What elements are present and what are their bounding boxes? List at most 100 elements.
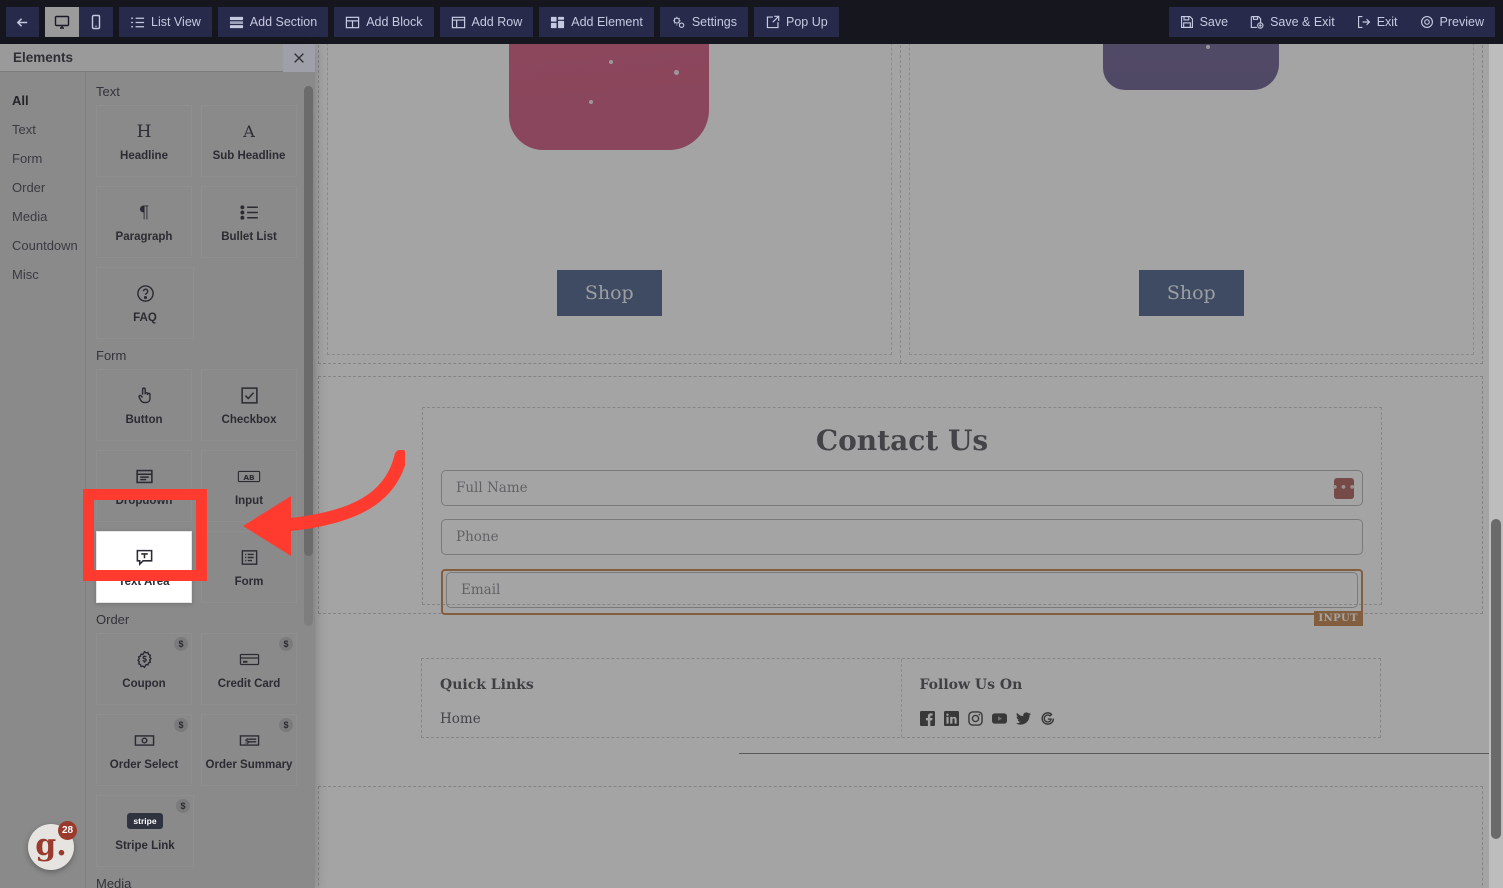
element-tile-faq[interactable]: FAQ	[96, 267, 194, 339]
element-tile-headline[interactable]: H Headline	[96, 105, 192, 177]
list-view-button[interactable]: List View	[119, 7, 212, 37]
element-label-form: Form	[234, 576, 264, 588]
paid-badge: $	[174, 718, 188, 732]
category-order[interactable]: Order	[12, 173, 85, 202]
element-tile-dropdown[interactable]: Dropdown	[96, 450, 192, 522]
full-name-field[interactable]: Full Name •••	[441, 470, 1363, 506]
popup-icon	[765, 15, 780, 30]
product-image-1: 🍦🌴⭐🐚🍉 SUMMER vibes	[328, 44, 891, 250]
credit-card-icon	[239, 648, 260, 670]
order-summary-icon: $	[239, 729, 260, 751]
elements-panel[interactable]: Elements All Text Form Order Media Count…	[0, 43, 315, 888]
element-label-text-area: Text Area	[118, 576, 170, 588]
exit-button[interactable]: Exit	[1345, 7, 1409, 37]
product-image-2: Summer Vibes	[910, 44, 1474, 250]
back-button[interactable]	[6, 7, 39, 37]
element-tile-button[interactable]: Button	[96, 369, 192, 441]
list-view-label: List View	[151, 15, 201, 29]
category-all[interactable]: All	[12, 86, 85, 115]
email-field-selected[interactable]: Email INPUT	[441, 569, 1363, 626]
element-label-checkbox: Checkbox	[221, 414, 277, 426]
preview-eye-icon	[1420, 15, 1434, 29]
element-tile-stripe-link[interactable]: $ stripe Stripe Link	[96, 795, 194, 867]
support-widget-button[interactable]: g. 28	[28, 821, 77, 870]
category-misc[interactable]: Misc	[12, 260, 85, 289]
popup-button[interactable]: Pop Up	[753, 7, 839, 37]
checkbox-icon	[240, 384, 259, 406]
element-tile-checkbox[interactable]: Checkbox	[201, 369, 297, 441]
save-button[interactable]: Save	[1168, 7, 1240, 37]
svg-text:A: A	[242, 122, 255, 141]
element-label-coupon: Coupon	[122, 678, 166, 690]
twitter-icon[interactable]	[1015, 711, 1031, 726]
preview-label: Preview	[1439, 15, 1484, 29]
phone-field[interactable]: Phone	[441, 519, 1363, 555]
element-tile-paragraph[interactable]: ¶ Paragraph	[96, 186, 192, 258]
element-tile-order-summary[interactable]: $ $ Order Summary	[201, 714, 297, 786]
footer-divider	[739, 753, 1503, 754]
element-tile-text-area[interactable]: Text Area	[96, 531, 192, 603]
category-countdown[interactable]: Countdown	[12, 231, 85, 260]
preview-button[interactable]: Preview	[1408, 7, 1495, 37]
footer-link-home[interactable]: Home	[440, 711, 901, 727]
headline-h-icon: H	[134, 120, 154, 142]
element-tile-bullet-list[interactable]: Bullet List	[201, 186, 297, 258]
element-label-faq: FAQ	[133, 312, 157, 324]
category-form[interactable]: Form	[12, 144, 85, 173]
contact-section[interactable]: Contact Us Full Name ••• Phone Email INP…	[318, 376, 1483, 626]
save-and-exit-button[interactable]: Save & Exit	[1239, 7, 1346, 37]
facebook-icon[interactable]	[919, 711, 935, 726]
contact-form-card[interactable]: Contact Us Full Name ••• Phone Email INP…	[422, 407, 1382, 626]
element-tile-coupon[interactable]: $ Coupon	[96, 633, 192, 705]
page-scrollbar-thumb[interactable]	[1491, 519, 1501, 839]
element-tile-order-select[interactable]: $ Order Select	[96, 714, 192, 786]
social-icon-list	[919, 711, 1381, 726]
order-select-icon	[134, 729, 155, 751]
group-title-order: Order	[96, 612, 130, 627]
element-label-order-summary: Order Summary	[205, 759, 293, 771]
category-media[interactable]: Media	[12, 202, 85, 231]
add-row-button[interactable]: Add Row	[439, 7, 534, 37]
follow-us-title: Follow Us On	[919, 677, 1023, 693]
gear-icon	[671, 15, 686, 30]
email-field[interactable]: Email	[446, 572, 1358, 608]
add-section-button[interactable]: Add Section	[217, 7, 329, 37]
mobile-view-button[interactable]	[79, 7, 113, 37]
product-card-2[interactable]: Summer Vibes Shop	[901, 44, 1483, 363]
exit-label: Exit	[1376, 15, 1398, 29]
add-block-button[interactable]: Add Block	[334, 7, 434, 37]
shop-button-1[interactable]: Shop	[556, 270, 662, 316]
category-text[interactable]: Text	[12, 115, 85, 144]
linkedin-icon[interactable]	[943, 711, 959, 726]
product-card-1[interactable]: 🍦🌴⭐🐚🍉 SUMMER vibes Shop	[319, 44, 901, 363]
products-section[interactable]: 🍦🌴⭐🐚🍉 SUMMER vibes Shop	[318, 44, 1483, 364]
form-icon	[240, 546, 259, 568]
selected-element-badge: INPUT	[1313, 611, 1363, 626]
element-label-button: Button	[125, 414, 163, 426]
panel-scrollbar-thumb[interactable]	[304, 86, 313, 556]
field-options-icon[interactable]: •••	[1331, 478, 1356, 499]
shop-button-2[interactable]: Shop	[1138, 270, 1244, 316]
desktop-view-button[interactable]	[45, 7, 79, 37]
bottom-section[interactable]	[318, 786, 1483, 888]
phone-placeholder: Phone	[456, 529, 499, 545]
element-tile-credit-card[interactable]: $ Credit Card	[201, 633, 297, 705]
email-placeholder: Email	[461, 582, 501, 598]
paid-badge: $	[279, 637, 293, 651]
google-icon[interactable]	[1040, 711, 1055, 726]
add-block-label: Add Block	[366, 15, 423, 29]
elements-panel-title: Elements	[13, 50, 74, 65]
youtube-icon[interactable]	[991, 711, 1007, 726]
paid-badge: $	[176, 799, 190, 813]
add-element-button[interactable]: Add Element	[539, 7, 654, 37]
paid-badge: $	[174, 637, 188, 651]
close-icon[interactable]	[283, 43, 315, 72]
element-tile-sub-headline[interactable]: A Sub Headline	[201, 105, 297, 177]
instagram-icon[interactable]	[967, 711, 983, 726]
page-scrollbar[interactable]	[1489, 44, 1503, 888]
settings-button[interactable]: Settings	[659, 7, 748, 37]
element-grid-scroll-area[interactable]: Text H Headline A Sub Headline ¶ Paragra…	[85, 72, 315, 888]
element-tile-input[interactable]: AB Input	[201, 450, 297, 522]
desktop-icon	[54, 14, 70, 30]
element-tile-form[interactable]: Form	[201, 531, 297, 603]
